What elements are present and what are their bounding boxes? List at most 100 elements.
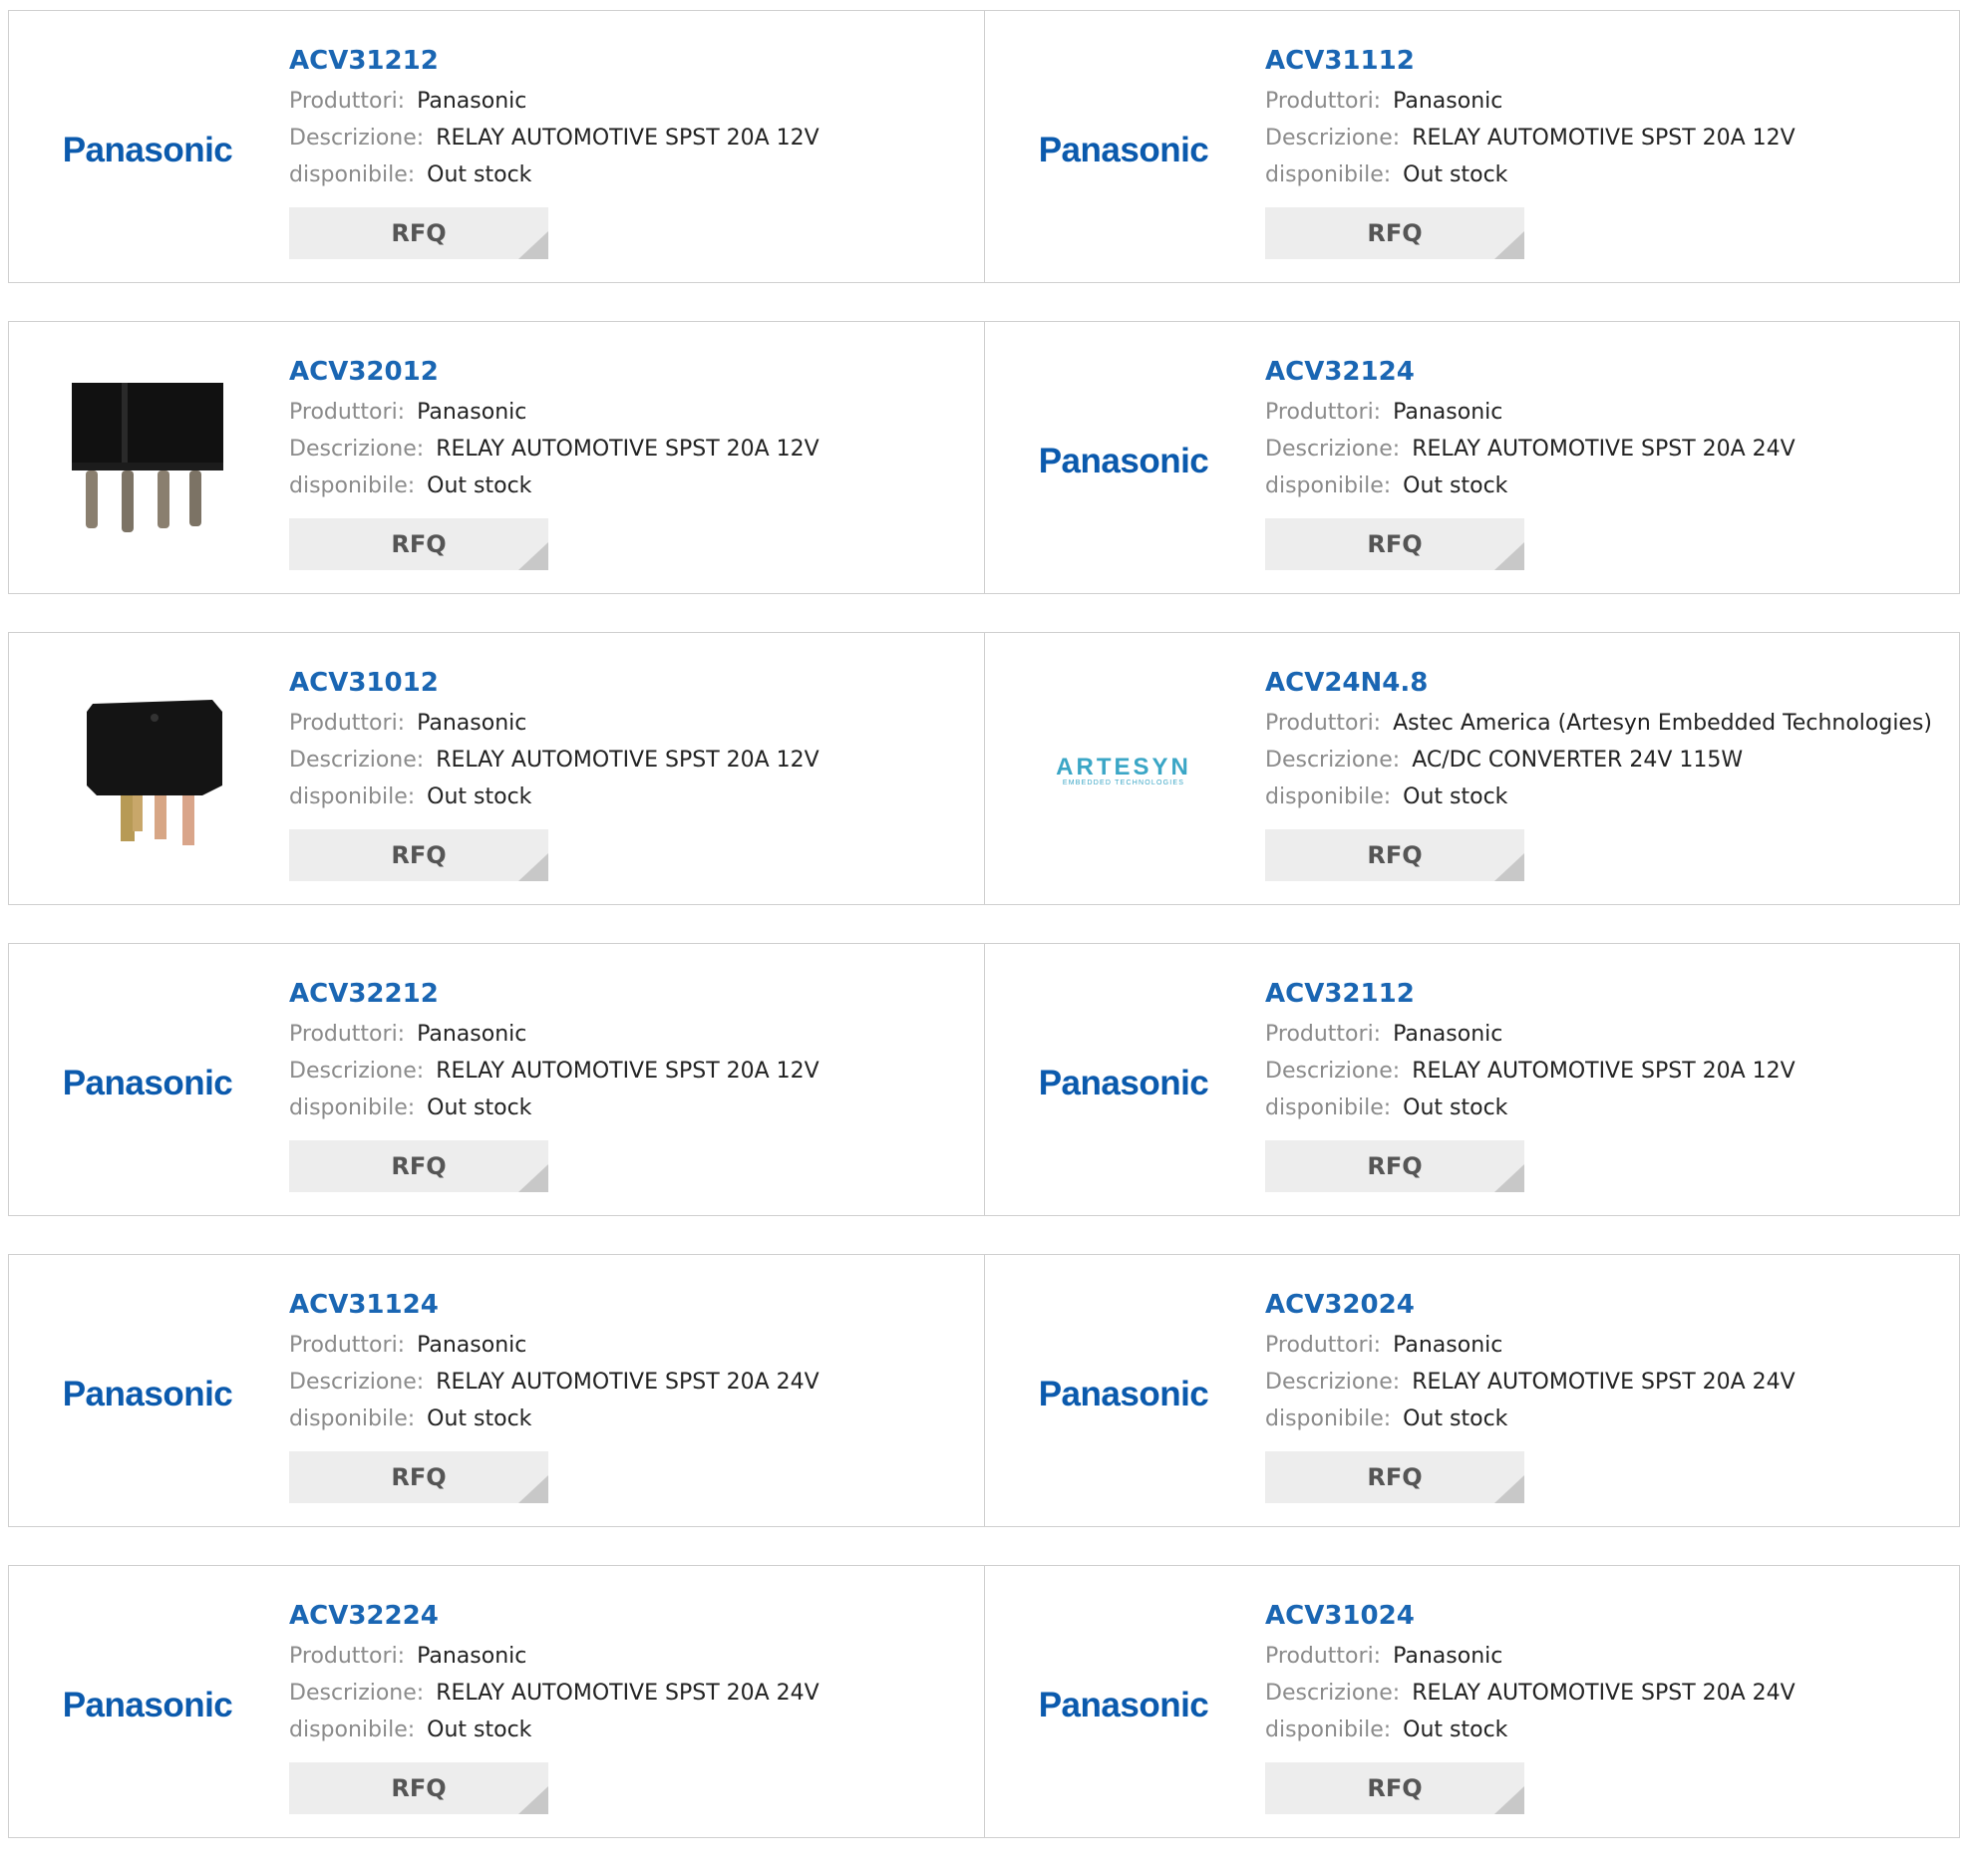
availability-value: Out stock <box>427 473 532 498</box>
product-thumbnail[interactable]: Panasonic <box>1023 1606 1224 1805</box>
description-label: Descrizione: <box>289 748 425 773</box>
manufacturer-label: Produttori: <box>289 1022 406 1047</box>
description-value: RELAY AUTOMOTIVE SPST 20A 12V <box>436 126 819 151</box>
part-number-link[interactable]: ACV31124 <box>289 1289 964 1321</box>
product-thumbnail[interactable]: Panasonic <box>47 1606 248 1805</box>
rfq-label: RFQ <box>391 1463 447 1491</box>
panasonic-logo: Panasonic <box>62 1686 233 1724</box>
description-row: Descrizione: RELAY AUTOMOTIVE SPST 20A 12… <box>289 742 964 779</box>
rfq-label: RFQ <box>391 841 447 869</box>
description-label: Descrizione: <box>289 1059 425 1084</box>
description-value: RELAY AUTOMOTIVE SPST 20A 24V <box>1412 437 1796 462</box>
product-thumbnail[interactable]: Panasonic <box>1023 51 1224 250</box>
part-number-link[interactable]: ACV32012 <box>289 356 964 388</box>
description-row: Descrizione: RELAY AUTOMOTIVE SPST 20A 24… <box>289 1364 964 1401</box>
rfq-button[interactable]: RFQ <box>289 518 548 570</box>
rfq-label: RFQ <box>1367 1774 1423 1802</box>
manufacturer-label: Produttori: <box>289 1644 406 1669</box>
manufacturer-value: Astec America (Artesyn Embedded Technolo… <box>1393 711 1933 736</box>
availability-value: Out stock <box>427 1718 532 1742</box>
rfq-label: RFQ <box>1367 841 1423 869</box>
manufacturer-label: Produttori: <box>1265 89 1382 114</box>
panasonic-logo: Panasonic <box>62 1375 233 1413</box>
availability-value: Out stock <box>1403 1095 1508 1120</box>
product-thumbnail[interactable]: Panasonic <box>47 1295 248 1494</box>
part-number-link[interactable]: ACV32024 <box>1265 1289 1939 1321</box>
description-label: Descrizione: <box>1265 748 1401 773</box>
description-row: Descrizione: RELAY AUTOMOTIVE SPST 20A 12… <box>1265 120 1939 156</box>
corner-fold-icon <box>518 1786 548 1814</box>
availability-label: disponibile: <box>289 1095 416 1120</box>
product-card: Panasonic ACV31112 Produttori: Panasonic … <box>984 11 1959 282</box>
description-row: Descrizione: RELAY AUTOMOTIVE SPST 20A 12… <box>289 120 964 156</box>
rfq-label: RFQ <box>391 1152 447 1180</box>
corner-fold-icon <box>1494 1164 1524 1192</box>
part-number-link[interactable]: ACV32112 <box>1265 978 1939 1010</box>
corner-fold-icon <box>1494 853 1524 881</box>
product-row: ACV31012 Produttori: Panasonic Descrizion… <box>8 632 1960 905</box>
rfq-button[interactable]: RFQ <box>1265 1762 1524 1814</box>
part-number-link[interactable]: ACV32224 <box>289 1600 964 1632</box>
description-value: AC/DC CONVERTER 24V 115W <box>1412 748 1744 773</box>
description-label: Descrizione: <box>1265 1370 1401 1395</box>
manufacturer-label: Produttori: <box>289 711 406 736</box>
rfq-button[interactable]: RFQ <box>1265 518 1524 570</box>
availability-row: disponibile: Out stock <box>1265 1712 1939 1748</box>
product-info: ACV31212 Produttori: Panasonic Descrizion… <box>289 45 964 259</box>
part-number-link[interactable]: ACV32124 <box>1265 356 1939 388</box>
manufacturer-label: Produttori: <box>289 1333 406 1358</box>
panasonic-logo: Panasonic <box>1038 1686 1209 1724</box>
availability-row: disponibile: Out stock <box>1265 1090 1939 1126</box>
description-row: Descrizione: RELAY AUTOMOTIVE SPST 20A 12… <box>289 431 964 468</box>
product-row: Panasonic ACV32212 Produttori: Panasonic … <box>8 943 1960 1216</box>
description-label: Descrizione: <box>1265 1059 1401 1084</box>
product-thumbnail[interactable] <box>47 362 248 561</box>
rfq-button[interactable]: RFQ <box>1265 1451 1524 1503</box>
manufacturer-row: Produttori: Panasonic <box>289 1638 964 1675</box>
manufacturer-row: Produttori: Panasonic <box>289 83 964 120</box>
manufacturer-value: Panasonic <box>1393 1333 1503 1358</box>
relay-four-pin-image <box>72 383 223 532</box>
part-number-link[interactable]: ACV31212 <box>289 45 964 77</box>
artesyn-logo-tagline: EMBEDDED TECHNOLOGIES <box>1062 780 1185 786</box>
manufacturer-value: Panasonic <box>417 1644 527 1669</box>
availability-label: disponibile: <box>1265 1718 1392 1742</box>
rfq-label: RFQ <box>391 1774 447 1802</box>
part-number-link[interactable]: ACV24N4.8 <box>1265 667 1939 699</box>
rfq-label: RFQ <box>1367 1463 1423 1491</box>
manufacturer-value: Panasonic <box>417 1333 527 1358</box>
part-number-link[interactable]: ACV31012 <box>289 667 964 699</box>
rfq-button[interactable]: RFQ <box>1265 829 1524 881</box>
description-row: Descrizione: RELAY AUTOMOTIVE SPST 20A 24… <box>1265 1675 1939 1712</box>
product-thumbnail[interactable]: ARTESYN EMBEDDED TECHNOLOGIES <box>1023 673 1224 872</box>
part-number-link[interactable]: ACV32212 <box>289 978 964 1010</box>
availability-label: disponibile: <box>289 162 416 187</box>
product-thumbnail[interactable]: Panasonic <box>47 984 248 1183</box>
product-thumbnail[interactable]: Panasonic <box>1023 984 1224 1183</box>
rfq-button[interactable]: RFQ <box>289 207 548 259</box>
manufacturer-row: Produttori: Panasonic <box>289 1016 964 1053</box>
product-thumbnail[interactable]: Panasonic <box>1023 1295 1224 1494</box>
product-thumbnail[interactable] <box>47 673 248 872</box>
rfq-button[interactable]: RFQ <box>1265 207 1524 259</box>
availability-value: Out stock <box>427 1407 532 1431</box>
rfq-button[interactable]: RFQ <box>289 1140 548 1192</box>
description-row: Descrizione: RELAY AUTOMOTIVE SPST 20A 24… <box>289 1675 964 1712</box>
rfq-button[interactable]: RFQ <box>289 1762 548 1814</box>
manufacturer-row: Produttori: Panasonic <box>1265 394 1939 431</box>
rfq-label: RFQ <box>1367 219 1423 247</box>
part-number-link[interactable]: ACV31112 <box>1265 45 1939 77</box>
description-value: RELAY AUTOMOTIVE SPST 20A 12V <box>436 437 819 462</box>
rfq-button[interactable]: RFQ <box>289 1451 548 1503</box>
product-thumbnail[interactable]: Panasonic <box>1023 362 1224 561</box>
manufacturer-value: Panasonic <box>417 1022 527 1047</box>
part-number-link[interactable]: ACV31024 <box>1265 1600 1939 1632</box>
availability-label: disponibile: <box>1265 162 1392 187</box>
product-thumbnail[interactable]: Panasonic <box>47 51 248 250</box>
rfq-button[interactable]: RFQ <box>1265 1140 1524 1192</box>
rfq-button[interactable]: RFQ <box>289 829 548 881</box>
manufacturer-label: Produttori: <box>1265 711 1382 736</box>
product-card: Panasonic ACV31212 Produttori: Panasonic … <box>9 11 984 282</box>
artesyn-logo: ARTESYN EMBEDDED TECHNOLOGIES <box>1056 756 1191 788</box>
rfq-label: RFQ <box>391 530 447 558</box>
